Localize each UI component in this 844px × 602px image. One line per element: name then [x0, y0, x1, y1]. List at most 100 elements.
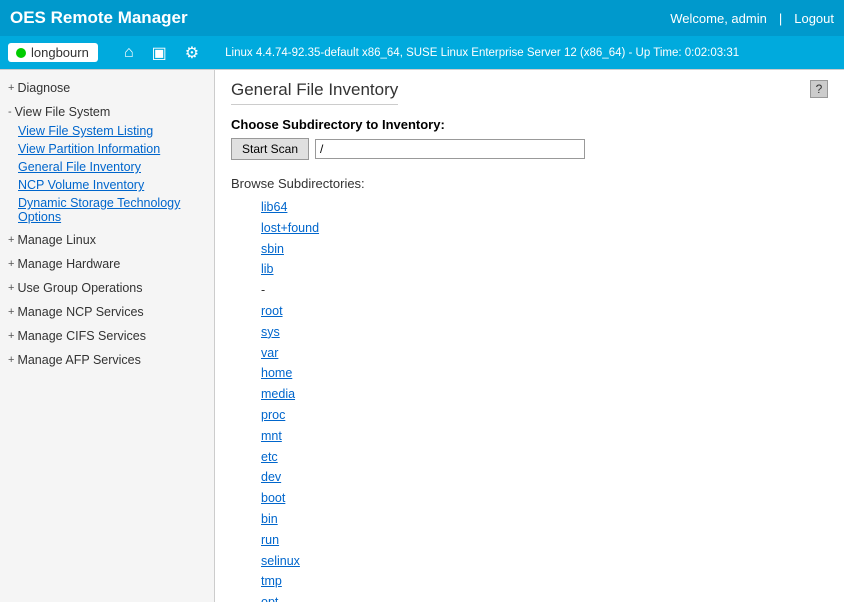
manage-cifs-section: + Manage CIFS Services	[0, 324, 214, 348]
manage-ncp-label: Manage NCP Services	[17, 305, 143, 319]
directory-list: lib64 lost+found sbin lib - root sys var home med…	[231, 197, 828, 602]
list-item: proc	[261, 405, 828, 426]
manage-cifs-label: Manage CIFS Services	[17, 329, 146, 343]
use-group-ops-header[interactable]: + Use Group Operations	[0, 278, 214, 298]
list-item: home	[261, 363, 828, 384]
manage-ncp-section: + Manage NCP Services	[0, 300, 214, 324]
dir-link[interactable]: boot	[261, 491, 285, 505]
expand-icon-ncp: +	[8, 306, 14, 318]
expand-minus-icon: -	[8, 106, 12, 118]
dir-link[interactable]: proc	[261, 408, 285, 422]
list-item: tmp	[261, 571, 828, 592]
dir-link[interactable]: tmp	[261, 574, 282, 588]
expand-icon-linux: +	[8, 234, 14, 246]
dir-link[interactable]: dev	[261, 470, 281, 484]
scan-path-input[interactable]	[315, 139, 585, 159]
app-title: OES Remote Manager	[10, 8, 188, 28]
start-scan-button[interactable]: Start Scan	[231, 138, 309, 160]
manage-afp-header[interactable]: + Manage AFP Services	[0, 350, 214, 370]
manage-ncp-header[interactable]: + Manage NCP Services	[0, 302, 214, 322]
manage-hardware-label: Manage Hardware	[17, 257, 120, 271]
nav-icons: ⌂ ▣ ⚙	[120, 41, 203, 65]
sidebar-link-view-partition-information[interactable]: View Partition Information	[0, 140, 214, 158]
manage-afp-section: + Manage AFP Services	[0, 348, 214, 372]
list-item: lost+found	[261, 218, 828, 239]
dir-link[interactable]: mnt	[261, 429, 282, 443]
browse-title: Browse Subdirectories:	[231, 176, 828, 191]
settings-icon[interactable]: ⚙	[181, 41, 203, 65]
sidebar-link-general-file-inventory[interactable]: General File Inventory	[0, 158, 214, 176]
dir-link[interactable]: sys	[261, 325, 280, 339]
help-icon[interactable]: ?	[810, 80, 828, 98]
manage-linux-section: + Manage Linux	[0, 228, 214, 252]
expand-icon-group: +	[8, 282, 14, 294]
expand-icon-cifs: +	[8, 330, 14, 342]
dir-separator: -	[261, 283, 265, 297]
sidebar-link-dynamic-storage[interactable]: Dynamic Storage Technology Options	[0, 194, 214, 226]
choose-label: Choose Subdirectory to Inventory:	[231, 117, 828, 132]
welcome-text: Welcome, admin	[670, 11, 767, 26]
manage-linux-label: Manage Linux	[17, 233, 96, 247]
dir-link[interactable]: opt	[261, 595, 278, 602]
list-item: root	[261, 301, 828, 322]
top-header: OES Remote Manager Welcome, admin | Logo…	[0, 0, 844, 36]
diagnose-section: + Diagnose	[0, 76, 214, 100]
list-item: var	[261, 343, 828, 364]
manage-cifs-header[interactable]: + Manage CIFS Services	[0, 326, 214, 346]
dir-link[interactable]: bin	[261, 512, 278, 526]
list-item: sys	[261, 322, 828, 343]
dir-link[interactable]: media	[261, 387, 295, 401]
list-item: sbin	[261, 239, 828, 260]
dir-link[interactable]: home	[261, 366, 292, 380]
list-item: boot	[261, 488, 828, 509]
dir-link[interactable]: sbin	[261, 242, 284, 256]
expand-icon-hardware: +	[8, 258, 14, 270]
list-item: media	[261, 384, 828, 405]
server-name-label: longbourn	[31, 45, 89, 60]
status-dot	[16, 48, 26, 58]
list-item: selinux	[261, 551, 828, 572]
manage-hardware-header[interactable]: + Manage Hardware	[0, 254, 214, 274]
view-file-system-section: - View File System View File System List…	[0, 100, 214, 228]
dir-link[interactable]: lost+found	[261, 221, 319, 235]
server-name-badge: longbourn	[8, 43, 98, 62]
header-right: Welcome, admin | Logout	[670, 11, 834, 26]
expand-icon-afp: +	[8, 354, 14, 366]
diagnose-header[interactable]: + Diagnose	[0, 78, 214, 98]
page-title: General File Inventory	[231, 80, 398, 105]
use-group-ops-section: + Use Group Operations	[0, 276, 214, 300]
sidebar: + Diagnose - View File System View File …	[0, 70, 215, 602]
manage-hardware-section: + Manage Hardware	[0, 252, 214, 276]
diagnose-label: Diagnose	[17, 81, 70, 95]
view-file-system-label: View File System	[15, 105, 111, 119]
monitor-icon[interactable]: ▣	[148, 41, 171, 65]
dir-link[interactable]: lib	[261, 262, 274, 276]
list-item: run	[261, 530, 828, 551]
divider: |	[779, 11, 782, 26]
list-item: mnt	[261, 426, 828, 447]
view-file-system-header[interactable]: - View File System	[0, 102, 214, 122]
list-item: dev	[261, 467, 828, 488]
list-item: -	[261, 280, 828, 301]
dir-link[interactable]: lib64	[261, 200, 287, 214]
list-item: etc	[261, 447, 828, 468]
system-info: Linux 4.4.74-92.35-default x86_64, SUSE …	[225, 47, 739, 59]
main-layout: + Diagnose - View File System View File …	[0, 70, 844, 602]
scan-row: Start Scan	[231, 138, 828, 160]
sidebar-link-view-file-system-listing[interactable]: View File System Listing	[0, 122, 214, 140]
dir-link[interactable]: run	[261, 533, 279, 547]
dir-link[interactable]: root	[261, 304, 283, 318]
sidebar-link-ncp-volume-inventory[interactable]: NCP Volume Inventory	[0, 176, 214, 194]
logout-link[interactable]: Logout	[794, 11, 834, 26]
home-icon[interactable]: ⌂	[120, 42, 138, 64]
expand-icon: +	[8, 82, 14, 94]
manage-afp-label: Manage AFP Services	[17, 353, 140, 367]
dir-link[interactable]: etc	[261, 450, 278, 464]
dir-link[interactable]: selinux	[261, 554, 300, 568]
use-group-ops-label: Use Group Operations	[17, 281, 142, 295]
dir-link[interactable]: var	[261, 346, 278, 360]
content-area: General File Inventory ? Choose Subdirec…	[215, 70, 844, 602]
manage-linux-header[interactable]: + Manage Linux	[0, 230, 214, 250]
list-item: bin	[261, 509, 828, 530]
server-bar: longbourn ⌂ ▣ ⚙ Linux 4.4.74-92.35-defau…	[0, 36, 844, 70]
